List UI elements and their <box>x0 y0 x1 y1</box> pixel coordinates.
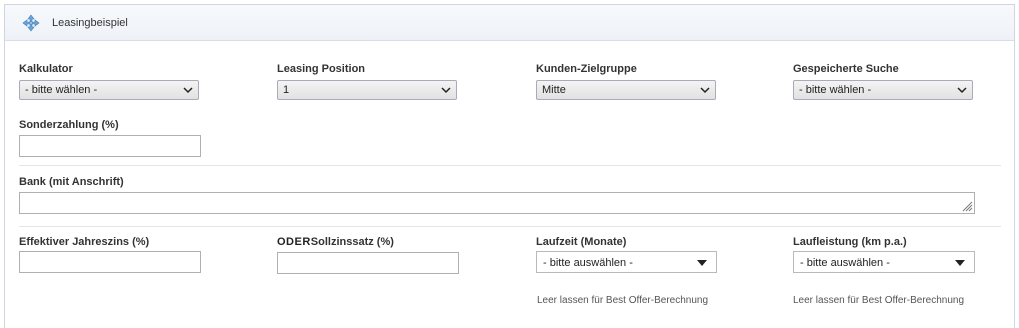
oder-prefix: ODER <box>277 236 311 248</box>
laufzeit-hint: Leer lassen für Best Offer-Berechnung <box>537 295 709 306</box>
laufleistung-hint: Leer lassen für Best Offer-Berechnung <box>793 295 965 306</box>
kalkulator-label: Kalkulator <box>19 63 73 75</box>
laufzeit-label: Laufzeit (Monate) <box>536 236 627 248</box>
sollzinssatz-label-group: ODERSollzinssatz (%) <box>277 236 394 248</box>
chevron-down-icon <box>183 87 193 94</box>
kalkulator-select[interactable]: - bitte wählen - <box>19 80 199 100</box>
panel-title: Leasingbeispiel <box>52 17 128 29</box>
gespeicherte-suche-select[interactable]: - bitte wählen - <box>793 80 973 100</box>
divider <box>19 226 1001 227</box>
gespeicherte-suche-value: - bitte wählen - <box>799 84 872 96</box>
sonderzahlung-input[interactable] <box>19 135 201 157</box>
panel-header: Leasingbeispiel <box>5 5 1014 41</box>
sonderzahlung-label: Sonderzahlung (%) <box>19 119 119 131</box>
divider <box>19 165 1001 166</box>
leasing-position-select[interactable]: 1 <box>277 80 457 100</box>
bank-textarea[interactable] <box>19 192 975 214</box>
gespeicherte-suche-label: Gespeicherte Suche <box>793 63 899 75</box>
laufzeit-value: - bitte auswählen - <box>543 257 633 269</box>
laufleistung-value: - bitte auswählen - <box>800 257 890 269</box>
kunden-zielgruppe-value: Mitte <box>542 84 566 96</box>
kalkulator-value: - bitte wählen - <box>25 84 98 96</box>
kunden-zielgruppe-label: Kunden-Zielgruppe <box>536 63 637 75</box>
dropdown-arrow-icon <box>955 260 965 266</box>
leasing-position-label: Leasing Position <box>277 63 366 75</box>
leasing-position-value: 1 <box>283 84 290 96</box>
bank-label: Bank (mit Anschrift) <box>19 176 124 188</box>
effektiver-jahreszins-label: Effektiver Jahreszins (%) <box>19 236 150 248</box>
leasing-panel: Leasingbeispiel Kalkulator - bitte wähle… <box>4 4 1015 328</box>
dropdown-arrow-icon <box>697 260 707 266</box>
effektiver-jahreszins-input[interactable] <box>19 251 201 273</box>
kunden-zielgruppe-select[interactable]: Mitte <box>536 80 716 100</box>
laufleistung-label: Laufleistung (km p.a.) <box>793 236 907 248</box>
chevron-down-icon <box>700 87 710 94</box>
chevron-down-icon <box>441 87 451 94</box>
resize-grip-icon[interactable] <box>962 201 973 212</box>
laufzeit-dropdown[interactable]: - bitte auswählen - <box>536 251 717 273</box>
sollzinssatz-input[interactable] <box>277 252 459 274</box>
laufleistung-dropdown[interactable]: - bitte auswählen - <box>793 251 975 273</box>
chevron-down-icon <box>957 87 967 94</box>
sollzinssatz-label: Sollzinssatz (%) <box>310 236 394 248</box>
move-arrows-icon[interactable] <box>22 14 40 32</box>
